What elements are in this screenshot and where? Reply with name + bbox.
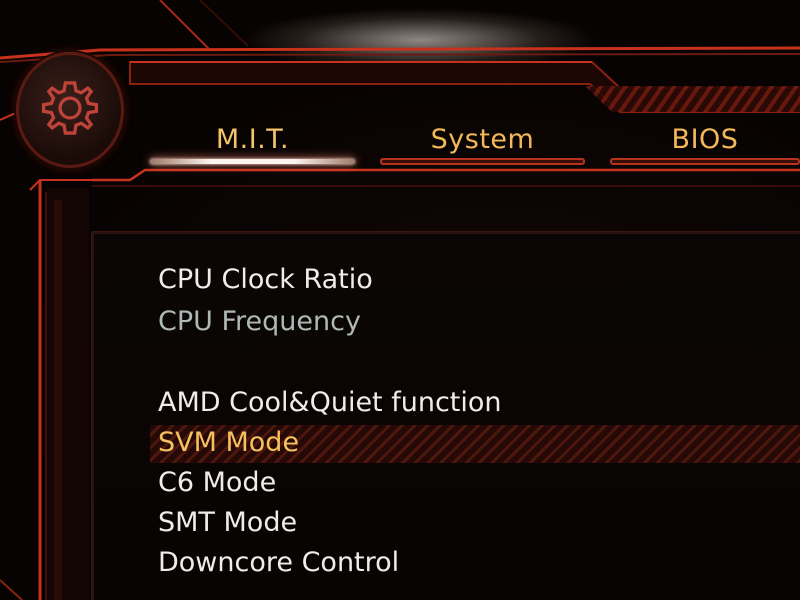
tab-bios-underline: [610, 158, 800, 165]
tab-system-label: System: [430, 124, 535, 155]
menu-item-smt-mode[interactable]: SMT Mode: [158, 506, 297, 540]
bios-screen: M.I.T. System BIOS CPU Clock Ratio CPU F…: [0, 0, 800, 600]
menu-item-downcore-control[interactable]: Downcore Control: [158, 546, 399, 580]
menu-item-c6-mode[interactable]: C6 Mode: [158, 466, 276, 500]
menu-item-cpu-frequency: CPU Frequency: [158, 306, 361, 337]
tab-mit[interactable]: M.I.T.: [150, 122, 355, 164]
tab-system[interactable]: System: [380, 122, 585, 165]
menu-item-cpu-clock-ratio[interactable]: CPU Clock Ratio: [158, 263, 373, 297]
tab-mit-active-indicator: [150, 159, 355, 164]
tab-bios[interactable]: BIOS: [610, 122, 800, 165]
logo-badge: [16, 52, 124, 168]
menu-item-svm-mode[interactable]: SVM Mode: [158, 426, 299, 460]
tab-mit-label: M.I.T.: [215, 124, 290, 155]
gear-icon: [41, 81, 99, 135]
tab-bios-label: BIOS: [671, 124, 739, 155]
menu-item-amd-cool-quiet[interactable]: AMD Cool&Quiet function: [158, 386, 502, 420]
tab-system-underline: [380, 158, 585, 165]
